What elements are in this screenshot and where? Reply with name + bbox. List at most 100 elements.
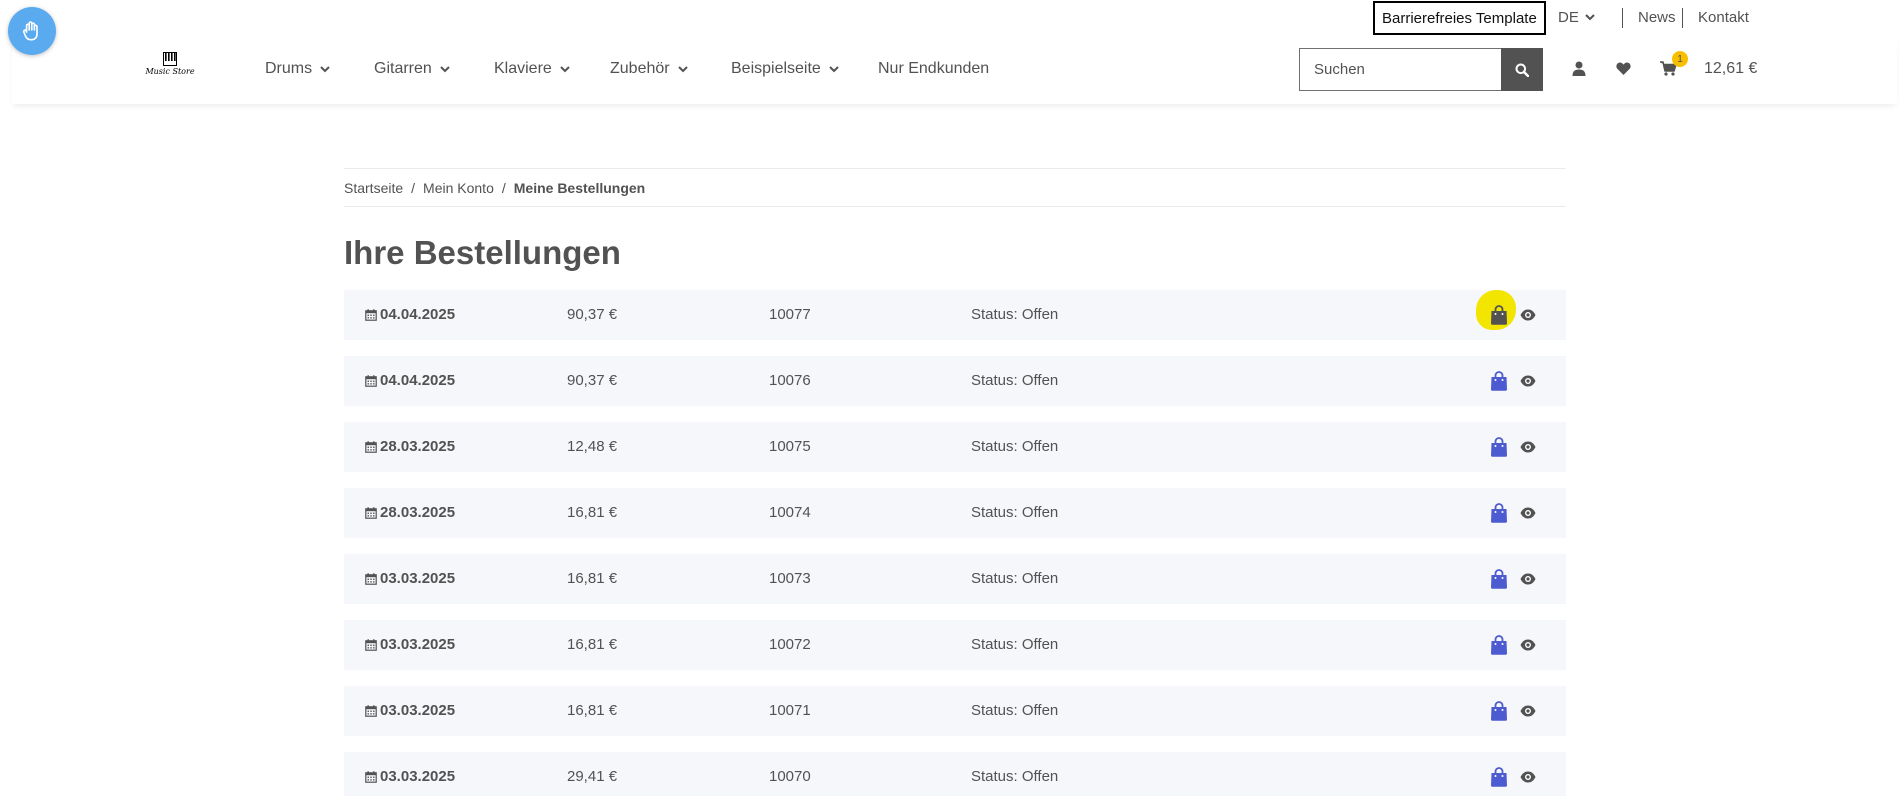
nav-klaviere[interactable]: Klaviere — [494, 60, 570, 78]
reorder-button[interactable] — [1490, 305, 1508, 330]
nav-gitarren[interactable]: Gitarren — [374, 60, 450, 78]
eye-icon — [1520, 309, 1536, 321]
order-number: 10074 — [769, 504, 811, 521]
reorder-button[interactable] — [1490, 371, 1508, 396]
top-utility-bar: Barrierefreies Template DE News Kontakt — [0, 0, 1903, 36]
main-header: Music Store Drums Gitarren Klaviere Zube… — [12, 36, 1897, 104]
order-status: Status: Offen — [971, 636, 1059, 653]
breadcrumb-mein-konto[interactable]: Mein Konto — [423, 180, 494, 196]
order-date-text: 03.03.2025 — [380, 768, 456, 785]
view-order-button[interactable] — [1520, 308, 1536, 326]
logo-text: Music Store — [145, 67, 195, 76]
order-date: 28.03.2025 — [365, 438, 455, 455]
accessibility-hand-icon — [22, 21, 38, 41]
nav-zubehoer[interactable]: Zubehör — [610, 60, 688, 78]
order-status: Status: Offen — [971, 504, 1059, 521]
order-date-text: 04.04.2025 — [380, 372, 456, 389]
order-row[interactable]: 04.04.2025 90,37 € 10076 Status: Offen — [344, 356, 1566, 406]
order-row[interactable]: 03.03.2025 16,81 € 10071 Status: Offen — [344, 686, 1566, 736]
order-status: Status: Offen — [971, 372, 1059, 389]
order-amount: 90,37 € — [567, 372, 618, 389]
nav-nur-endkunden[interactable]: Nur Endkunden — [878, 60, 989, 78]
view-order-button[interactable] — [1520, 638, 1536, 656]
view-order-button[interactable] — [1520, 374, 1536, 392]
nav-label: Nur Endkunden — [878, 60, 990, 77]
store-logo[interactable]: Music Store — [145, 52, 195, 86]
order-amount: 16,81 € — [567, 570, 618, 587]
reorder-button[interactable] — [1490, 767, 1508, 792]
order-date: 03.03.2025 — [365, 570, 455, 587]
cart-total[interactable]: 12,61 € — [1704, 60, 1757, 78]
calendar-icon — [365, 704, 377, 717]
order-amount: 29,41 € — [567, 768, 618, 785]
view-order-button[interactable] — [1520, 506, 1536, 524]
cart-count-badge: 1 — [1672, 51, 1688, 67]
language-selector[interactable]: DE — [1558, 9, 1595, 26]
chevron-down-icon — [560, 65, 570, 72]
order-number: 10076 — [769, 372, 811, 389]
order-date-text: 28.03.2025 — [380, 438, 456, 455]
eye-icon — [1520, 705, 1536, 717]
order-row[interactable]: 04.04.2025 90,37 € 10077 Status: Offen — [344, 290, 1566, 340]
order-row[interactable]: 28.03.2025 12,48 € 10075 Status: Offen — [344, 422, 1566, 472]
reorder-button[interactable] — [1490, 635, 1508, 660]
order-row[interactable]: 28.03.2025 16,81 € 10074 Status: Offen — [344, 488, 1566, 538]
search-button[interactable] — [1501, 48, 1543, 91]
account-button[interactable] — [1572, 61, 1586, 76]
order-number: 10075 — [769, 438, 811, 455]
view-order-button[interactable] — [1520, 704, 1536, 722]
language-label: DE — [1558, 9, 1579, 26]
heart-icon — [1616, 62, 1631, 75]
search-icon — [1515, 63, 1529, 77]
view-order-button[interactable] — [1520, 770, 1536, 788]
eye-icon — [1520, 375, 1536, 387]
order-date: 04.04.2025 — [365, 306, 455, 323]
order-amount: 16,81 € — [567, 504, 618, 521]
order-amount: 90,37 € — [567, 306, 618, 323]
breadcrumb-startseite[interactable]: Startseite — [344, 180, 403, 196]
kontakt-link[interactable]: Kontakt — [1698, 9, 1749, 26]
accessible-template-button[interactable]: Barrierefreies Template — [1373, 1, 1546, 35]
nav-label: Drums — [265, 60, 313, 77]
order-number: 10071 — [769, 702, 811, 719]
view-order-button[interactable] — [1520, 572, 1536, 590]
shopping-bag-icon — [1491, 767, 1507, 787]
order-row[interactable]: 03.03.2025 16,81 € 10073 Status: Offen — [344, 554, 1566, 604]
accessibility-button[interactable] — [8, 7, 56, 55]
reorder-button[interactable] — [1490, 437, 1508, 462]
wishlist-button[interactable] — [1616, 62, 1631, 75]
order-number: 10072 — [769, 636, 811, 653]
nav-label: Gitarren — [374, 60, 432, 77]
reorder-button[interactable] — [1490, 701, 1508, 726]
reorder-button[interactable] — [1490, 503, 1508, 528]
calendar-icon — [365, 770, 377, 783]
nav-label: Beispielseite — [731, 60, 821, 77]
order-number: 10077 — [769, 306, 811, 323]
chevron-down-icon — [440, 65, 450, 72]
news-link[interactable]: News — [1638, 9, 1676, 26]
order-date-text: 04.04.2025 — [380, 306, 456, 323]
breadcrumb-separator: / — [501, 179, 506, 196]
order-date: 04.04.2025 — [365, 372, 455, 389]
divider — [1682, 8, 1683, 28]
order-status: Status: Offen — [971, 306, 1059, 323]
reorder-button[interactable] — [1490, 569, 1508, 594]
search-bar — [1299, 48, 1543, 91]
order-date-text: 28.03.2025 — [380, 504, 456, 521]
order-row[interactable]: 03.03.2025 16,81 € 10072 Status: Offen — [344, 620, 1566, 670]
shopping-bag-icon — [1491, 503, 1507, 523]
page-title: Ihre Bestellungen — [344, 234, 621, 271]
order-date: 03.03.2025 — [365, 702, 455, 719]
chevron-down-icon — [1585, 14, 1595, 21]
cart-button[interactable]: 1 — [1660, 51, 1688, 76]
chevron-down-icon — [829, 65, 839, 72]
order-date: 03.03.2025 — [365, 636, 455, 653]
eye-icon — [1520, 507, 1536, 519]
order-row[interactable]: 03.03.2025 29,41 € 10070 Status: Offen — [344, 752, 1566, 796]
nav-beispielseite[interactable]: Beispielseite — [731, 60, 839, 78]
search-input[interactable] — [1299, 48, 1501, 91]
order-date-text: 03.03.2025 — [380, 570, 456, 587]
nav-drums[interactable]: Drums — [265, 60, 330, 78]
view-order-button[interactable] — [1520, 440, 1536, 458]
order-amount: 16,81 € — [567, 636, 618, 653]
